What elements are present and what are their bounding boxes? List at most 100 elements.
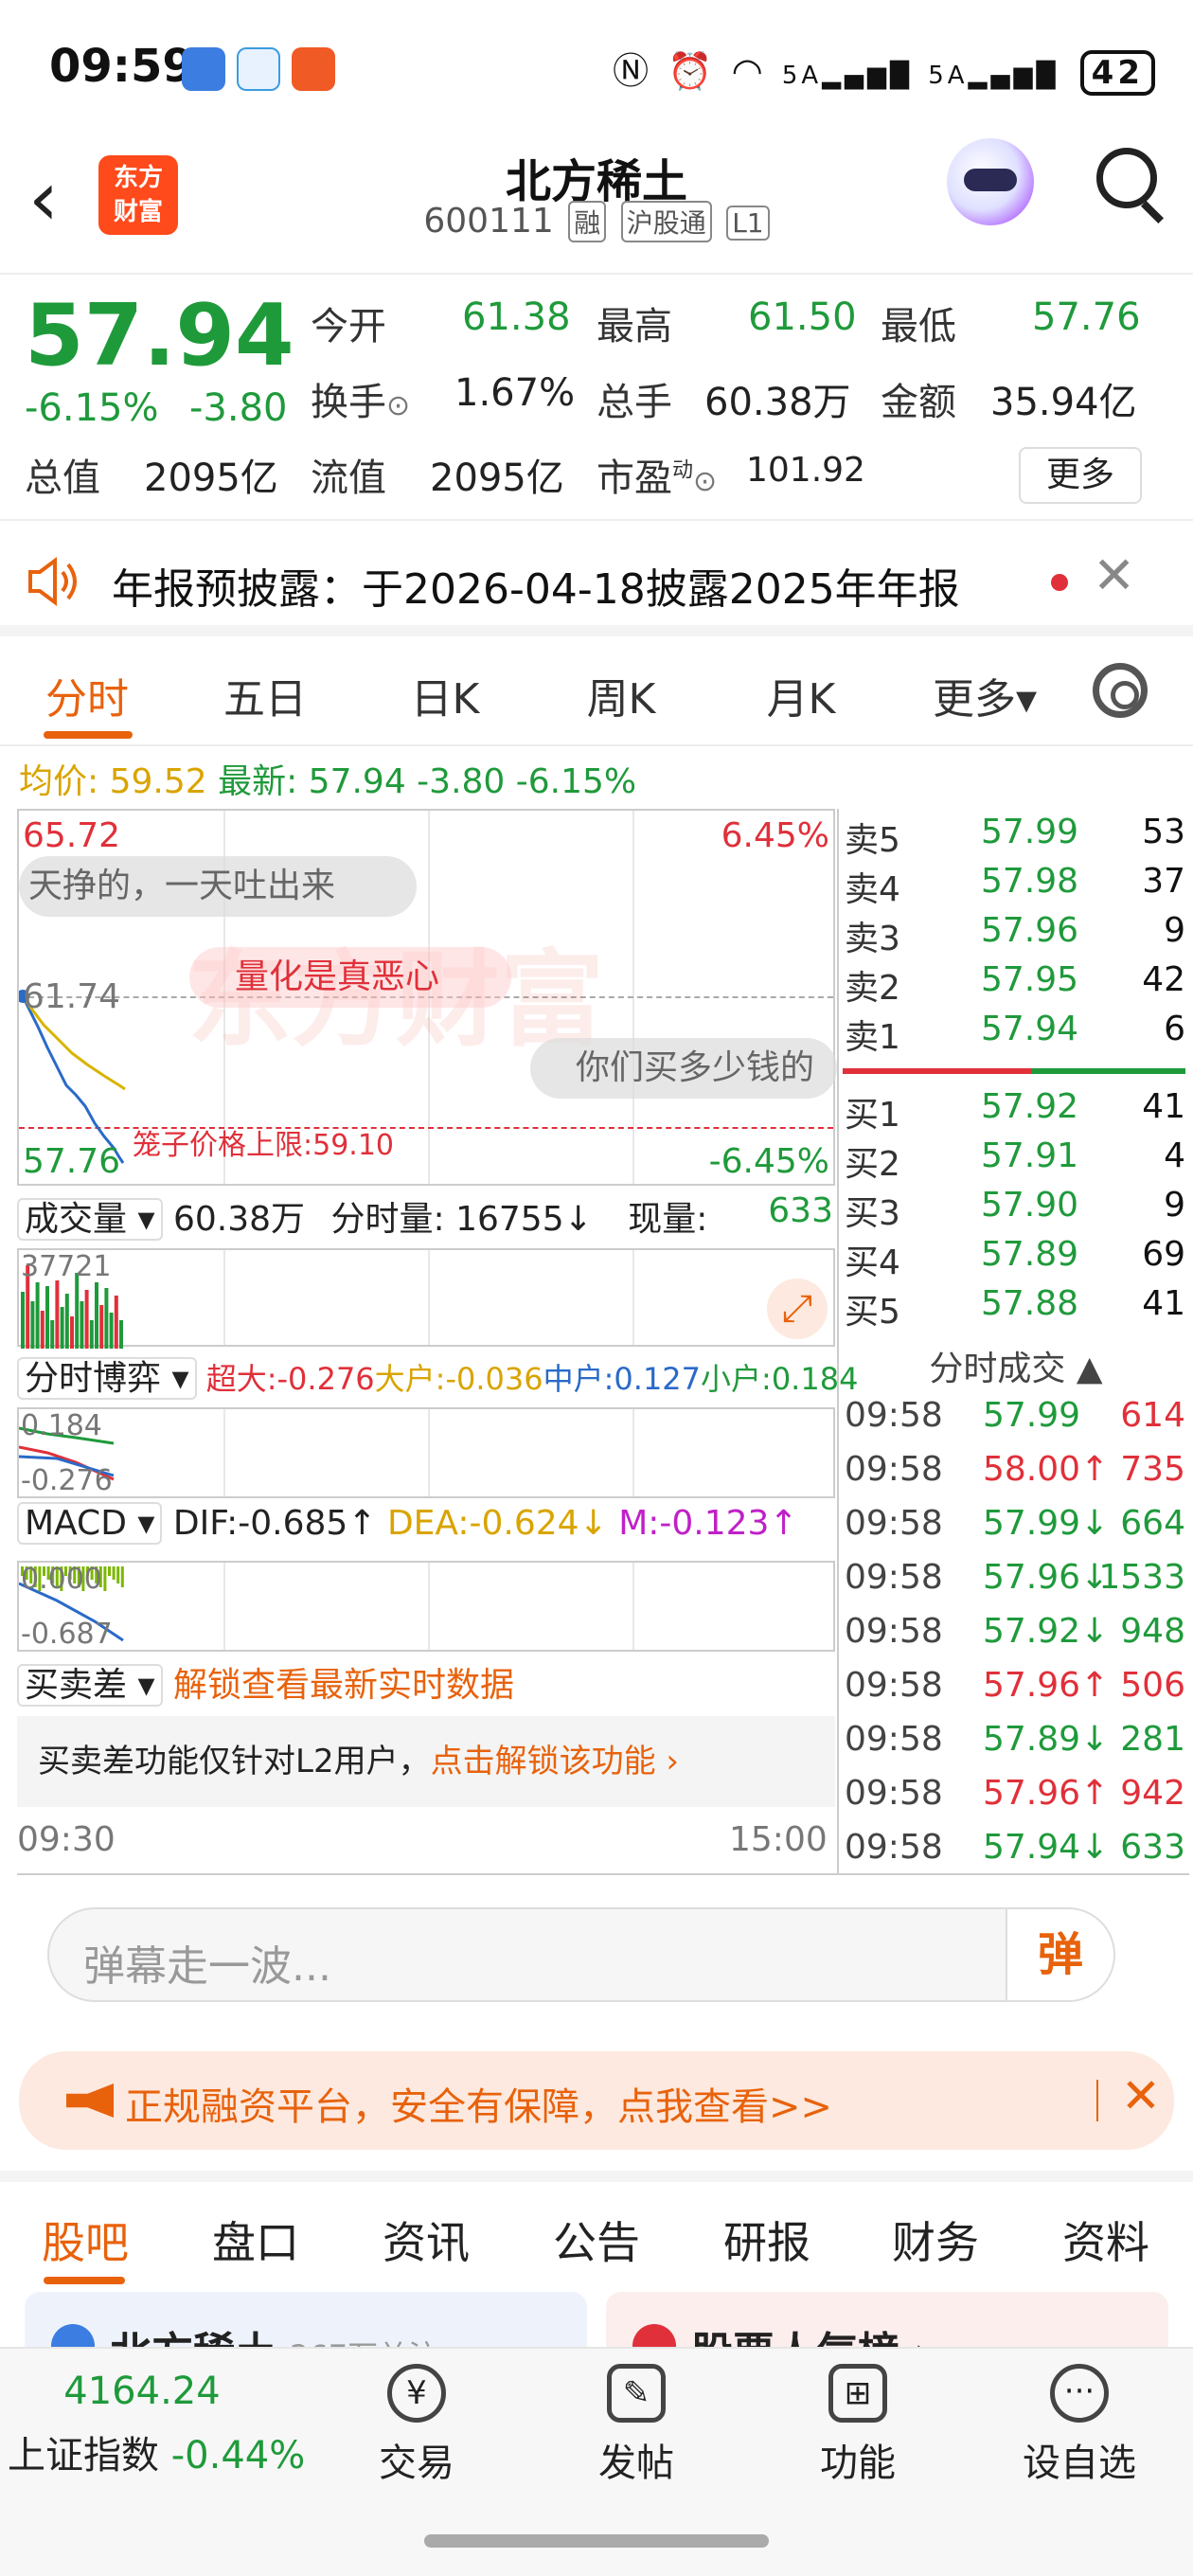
ask-row[interactable]: 卖3 57.96 9 — [843, 911, 1189, 960]
tab-profile[interactable]: 资料 — [1021, 2209, 1191, 2271]
tick-row: 09:58 57.94↓ 633 — [843, 1828, 1189, 1881]
system-icons: Ⓝ ⏰ ◠ 5A▂▄▆█ 5A▂▄▆█ 42 — [613, 42, 1155, 96]
status-bar: 09:59 Ⓝ ⏰ ◠ 5A▂▄▆█ 5A▂▄▆█ 42 — [0, 0, 1193, 133]
tab-research[interactable]: 研报 — [682, 2209, 852, 2271]
bid-row[interactable]: 买3 57.90 9 — [843, 1186, 1189, 1235]
book-label: 卖2 — [845, 969, 900, 1008]
tab-monthly-k[interactable]: 月K — [716, 665, 886, 725]
spread-indicator-select[interactable]: 买卖差 ▾ — [17, 1664, 163, 1707]
popularity-card[interactable]: 股票人气榜 › — [606, 2292, 1168, 2349]
tick-vol: 633 — [1120, 1828, 1185, 1867]
volume-label: 总手 — [596, 381, 672, 424]
time-start: 09:30 — [17, 1820, 116, 1859]
volume-bars — [21, 1265, 123, 1349]
ai-assistant-icon[interactable] — [947, 138, 1034, 225]
spread-locked-panel[interactable]: 买卖差功能仅针对L2用户，点击解锁该功能 › — [17, 1716, 835, 1807]
tab-weekly-k[interactable]: 周K — [536, 665, 706, 725]
macd-bars — [19, 1566, 124, 1642]
close-icon[interactable]: ✕ — [1093, 546, 1135, 605]
tick-price: 57.94↓ — [983, 1828, 1110, 1867]
book-vol: 42 — [1142, 960, 1185, 999]
book-label: 买2 — [845, 1145, 900, 1184]
danmaku-button[interactable]: 弹 — [1006, 1909, 1113, 2000]
turnover-label[interactable]: 换手⊙ — [311, 371, 410, 426]
ad-banner[interactable]: 正规融资平台，安全有保障，点我查看>> ✕ — [19, 2051, 1174, 2150]
high-label: 最高 — [596, 305, 672, 349]
book-vol: 41 — [1142, 1284, 1185, 1323]
now-volume-label: 现量: — [628, 1200, 708, 1239]
expand-icon[interactable]: ⤢ — [767, 1279, 828, 1339]
bid-row[interactable]: 买5 57.88 41 — [843, 1284, 1189, 1333]
tab-handicap[interactable]: 盘口 — [170, 2209, 341, 2271]
ticks-title[interactable]: 分时成交 ▲ — [843, 1341, 1189, 1390]
unlock-link[interactable]: 点击解锁该功能 › — [431, 1743, 679, 1780]
book-price: 57.95 — [981, 960, 1079, 999]
forum-icon — [51, 2324, 95, 2349]
connect-tag: 沪股通 — [620, 201, 712, 242]
ask-row[interactable]: 卖1 57.94 6 — [843, 1010, 1189, 1059]
bid-row[interactable]: 买4 57.89 69 — [843, 1235, 1189, 1284]
danmaku-input[interactable]: 弹幕走一波... 弹 — [47, 1907, 1115, 2002]
tab-financials[interactable]: 财务 — [850, 2209, 1021, 2271]
volume-indicator-select[interactable]: 成交量 ▾ — [17, 1198, 163, 1241]
ask-row[interactable]: 卖4 57.98 37 — [843, 862, 1189, 911]
game-indicator-select[interactable]: 分时博弈 ▾ — [17, 1357, 197, 1400]
bid-row[interactable]: 买2 57.91 4 — [843, 1136, 1189, 1186]
nav-post[interactable]: ✎ 发帖 — [542, 2364, 731, 2487]
ask-row[interactable]: 卖2 57.95 42 — [843, 960, 1189, 1010]
content-tabs: 股吧 盘口 资讯 公告 研报 财务 资料 — [0, 2171, 1193, 2284]
book-vol: 9 — [1164, 1186, 1185, 1225]
search-icon[interactable] — [1096, 148, 1157, 208]
wifi-icon: ◠ — [731, 50, 767, 92]
index-line[interactable]: 上证指数 -0.44% — [8, 2424, 305, 2479]
tick-price: 57.89↓ — [983, 1720, 1110, 1759]
macd-chart[interactable]: 0.000 -0.687 — [17, 1561, 835, 1652]
intraday-chart[interactable]: 东方财富 65.72 6.45% 61.74 57.76 -6.45% 笼子价格… — [17, 809, 837, 1186]
tick-row: 09:58 57.99↓ 664 — [843, 1504, 1189, 1557]
unlock-text[interactable]: 解锁查看最新实时数据 — [173, 1666, 514, 1705]
tab-news[interactable]: 资讯 — [341, 2209, 511, 2271]
nav-functions[interactable]: ⊞ 功能 — [763, 2364, 953, 2487]
chat-notification-icon — [237, 47, 280, 91]
info-icon: ⊙ — [693, 465, 718, 498]
danmaku-bubble: 量化是真恶心 — [189, 947, 511, 1008]
volume-chart[interactable]: 37721 ⤢ — [17, 1248, 835, 1349]
game-top-val: 0.184 — [21, 1409, 102, 1442]
book-ratio-bar — [843, 1068, 1185, 1074]
chart-bottom-price: 57.76 — [23, 1142, 121, 1181]
book-label: 买3 — [845, 1194, 900, 1233]
tab-five-day[interactable]: 五日 — [180, 665, 350, 725]
ask-row[interactable]: 卖5 57.99 53 — [843, 813, 1189, 862]
tab-daily-k[interactable]: 日K — [360, 665, 530, 725]
pe-label[interactable]: 市盈动⊙ — [596, 447, 717, 502]
tab-forum[interactable]: 股吧 — [0, 2209, 170, 2271]
ad-text: 正规融资平台，安全有保障，点我查看>> — [125, 2085, 833, 2129]
book-price: 57.88 — [981, 1284, 1079, 1323]
pe-value: 101.92 — [746, 451, 865, 490]
battery-icon: 42 — [1079, 50, 1155, 96]
more-button[interactable]: 更多 — [1019, 447, 1142, 504]
book-label: 买5 — [845, 1293, 900, 1332]
tab-announcements[interactable]: 公告 — [511, 2209, 682, 2271]
notice-bar[interactable]: 年报预披露：于2026-04-18披露2025年年报 ✕ — [0, 523, 1193, 636]
tick-vol: 664 — [1120, 1504, 1185, 1543]
gear-icon[interactable] — [1093, 663, 1148, 718]
margin-tag: 融 — [568, 201, 607, 242]
fs-volume-label: 分时量: — [330, 1200, 445, 1239]
nav-add-watchlist[interactable]: ··· 设自选 — [985, 2364, 1174, 2487]
home-indicator[interactable] — [424, 2534, 769, 2548]
index-value[interactable]: 4164.24 — [0, 2370, 284, 2413]
tab-intraday[interactable]: 分时 — [2, 665, 172, 725]
latest-price: 最新: 57.94 -3.80 -6.15% — [218, 762, 637, 801]
tab-more[interactable]: 更多▾ — [899, 665, 1070, 725]
game-header: 分时博弈 ▾ 超大:-0.276大户:-0.036中户:0.127小户:0.18… — [17, 1351, 858, 1404]
close-icon[interactable]: ✕ — [1121, 2068, 1161, 2123]
chart-icon — [632, 2324, 676, 2349]
mid-value: 0.127 — [614, 1361, 702, 1397]
macd-indicator-select[interactable]: MACD ▾ — [17, 1502, 163, 1545]
game-chart[interactable]: 0.184 -0.276 — [17, 1407, 835, 1498]
nav-trade[interactable]: ¥ 交易 — [322, 2364, 511, 2487]
bid-row[interactable]: 买1 57.92 41 — [843, 1087, 1189, 1136]
speaker-icon — [28, 557, 77, 606]
forum-card[interactable]: 北方稀土267万关注 › — [25, 2292, 587, 2349]
